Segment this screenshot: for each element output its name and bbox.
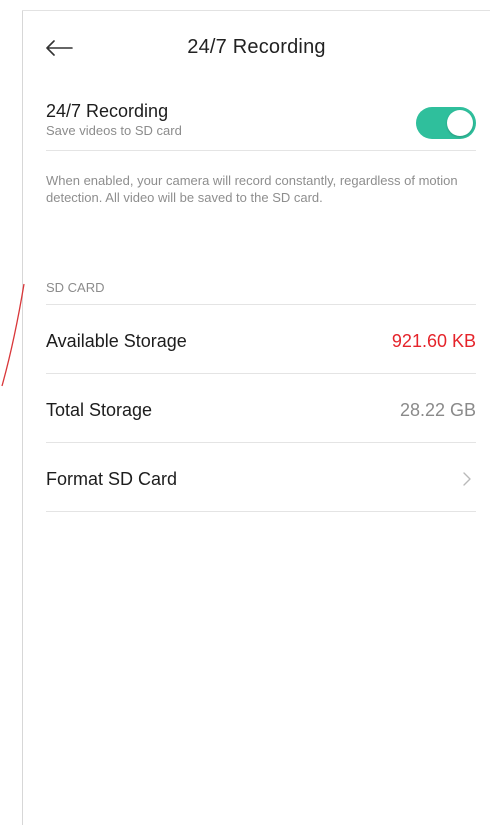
total-storage-value: 28.22 GB xyxy=(399,400,476,420)
available-storage-value: 921.60 KB xyxy=(391,331,476,351)
recording-toggle-switch[interactable] xyxy=(416,107,476,139)
top-bar: 24/7 Recording xyxy=(23,22,490,74)
red-annotation-stroke xyxy=(1,283,25,387)
recording-toggle-label: 24/7 Recording xyxy=(46,101,169,121)
screen-top-border xyxy=(22,10,490,11)
format-sd-card-row[interactable]: Format SD Card xyxy=(46,443,476,512)
page-title: 24/7 Recording xyxy=(187,36,326,58)
recording-toggle-sublabel: Save videos to SD card xyxy=(46,123,182,138)
total-storage-row: Total Storage 28.22 GB xyxy=(46,374,476,443)
total-storage-label: Total Storage xyxy=(46,400,153,420)
recording-description: When enabled, your camera will record co… xyxy=(46,173,458,205)
app-screen: 24/7 Recording 24/7 Recording Save video… xyxy=(0,0,490,825)
screen-left-border xyxy=(22,10,23,825)
available-storage-label: Available Storage xyxy=(46,331,187,351)
toggle-knob xyxy=(447,110,473,136)
sd-card-section-header: SD CARD xyxy=(46,280,476,305)
available-storage-row: Available Storage 921.60 KB xyxy=(46,305,476,374)
recording-toggle-row: 24/7 Recording Save videos to SD card xyxy=(46,96,476,151)
format-sd-card-label: Format SD Card xyxy=(46,469,178,489)
chevron-right-icon xyxy=(463,472,471,486)
